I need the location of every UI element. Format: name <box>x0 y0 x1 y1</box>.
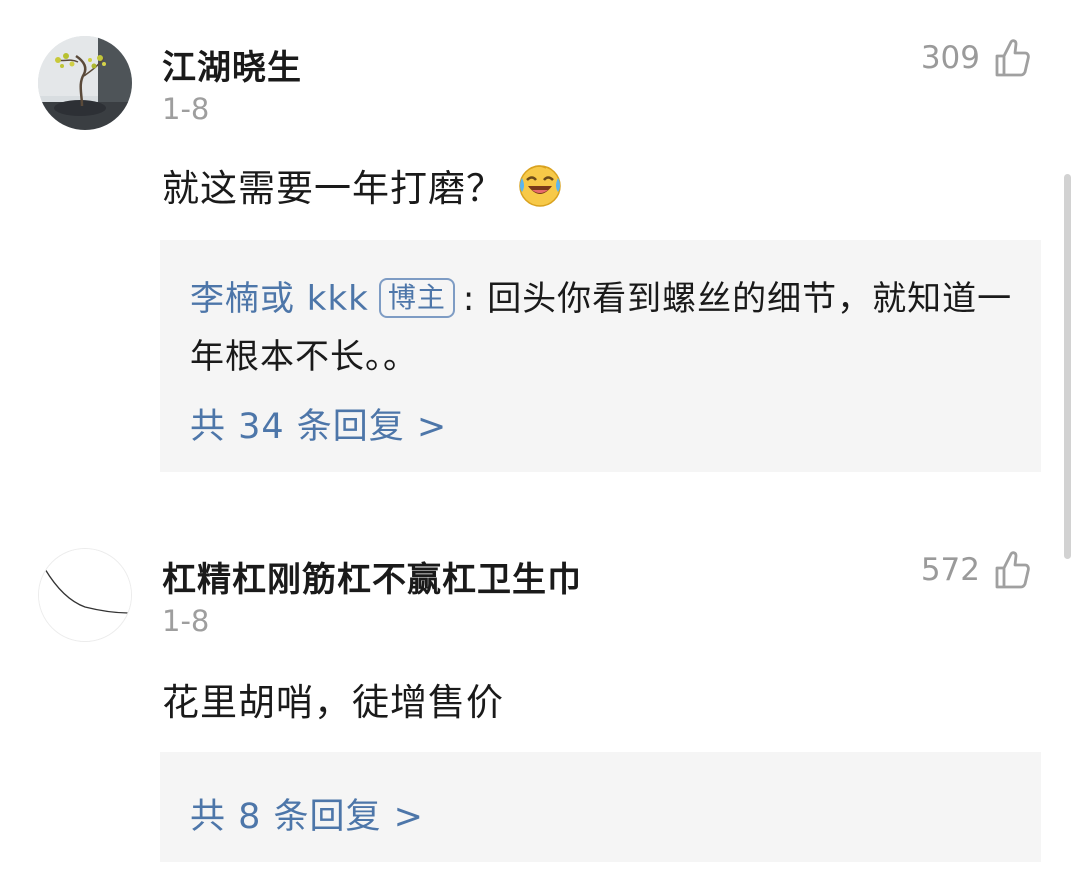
like-button[interactable]: 572 <box>921 550 1030 590</box>
view-replies-link[interactable]: 共 8 条回复 > <box>190 788 424 839</box>
avatar[interactable] <box>38 548 132 642</box>
scrollbar[interactable] <box>1064 174 1071 559</box>
username[interactable]: 杠精杠刚筋杠不赢杠卫生巾 <box>162 552 582 601</box>
comment-text-content: 花里胡哨，徒增售价 <box>162 681 504 724</box>
comment-item: 杠精杠刚筋杠不赢杠卫生巾 1-8 572 花里胡哨，徒增售价 共 8 条回复 > <box>0 0 1080 881</box>
comment-date: 1-8 <box>162 604 210 638</box>
reply-preview-box[interactable]: 共 8 条回复 > <box>160 752 1041 862</box>
thumbs-up-icon <box>994 550 1030 590</box>
comment-text: 花里胡哨，徒增售价 <box>162 672 504 726</box>
like-count: 572 <box>920 552 980 588</box>
line-avatar-icon <box>39 549 131 641</box>
